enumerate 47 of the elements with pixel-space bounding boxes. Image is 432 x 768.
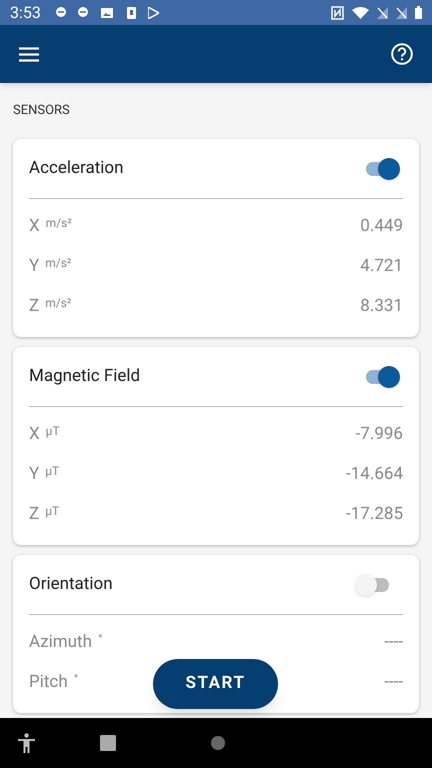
reading-value: -17.285 [346, 503, 403, 526]
unit-label: μT [45, 503, 60, 520]
unit-label: m/s² [45, 295, 72, 312]
axis-label: Z [29, 503, 40, 526]
unit-label: ° [98, 631, 102, 648]
home-icon[interactable] [210, 735, 226, 751]
axis-label: Y [29, 255, 40, 278]
phone-icon [126, 6, 136, 18]
toggle-switch[interactable] [355, 574, 391, 596]
card-title: Orientation [29, 572, 113, 596]
image-icon [100, 8, 113, 18]
status-time: 3:53 [10, 2, 41, 24]
app-notification-icon [76, 6, 89, 20]
play-store-icon [148, 6, 159, 18]
no-signal-icon [396, 6, 407, 18]
nfc-icon [331, 6, 344, 20]
reading-value: 4.721 [360, 255, 403, 278]
reading-value: ---- [384, 631, 403, 654]
reading-value: 8.331 [360, 295, 403, 318]
reading-value: 0.449 [360, 215, 403, 238]
menu-icon[interactable] [19, 46, 39, 62]
axis-label: X [29, 215, 40, 238]
axis-label: Y [29, 463, 40, 486]
app-notification-icon [54, 6, 67, 20]
toggle-switch[interactable] [364, 158, 400, 180]
help-icon[interactable] [391, 43, 413, 65]
start-button[interactable]: START [153, 659, 278, 709]
axis-label: Pitch [29, 671, 68, 694]
unit-label: μT [45, 463, 60, 480]
no-signal-icon [377, 6, 388, 18]
toggle-switch[interactable] [364, 366, 400, 388]
accessibility-icon[interactable] [18, 733, 35, 753]
unit-label: m/s² [46, 215, 72, 232]
unit-label: m/s² [45, 255, 72, 272]
reading-value: -7.996 [356, 423, 403, 446]
battery-icon [415, 6, 422, 19]
card-title: Acceleration [29, 156, 124, 180]
axis-label: Z [29, 295, 40, 318]
unit-label: ° [74, 671, 78, 688]
axis-label: X [29, 423, 40, 446]
section-title: SENSORS [12, 102, 71, 120]
card-title: Magnetic Field [29, 364, 140, 388]
reading-value: ---- [384, 671, 403, 694]
reading-value: -14.664 [346, 463, 403, 486]
wifi-icon [352, 6, 369, 18]
axis-label: Azimuth [29, 631, 92, 654]
unit-label: μT [46, 423, 60, 440]
